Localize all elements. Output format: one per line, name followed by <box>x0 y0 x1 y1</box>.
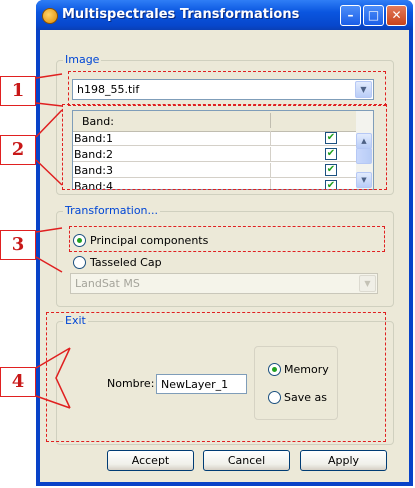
callout-1: 1 <box>0 76 36 106</box>
callout-3: 3 <box>0 230 36 260</box>
callout-arrow-4 <box>35 347 71 409</box>
callout-arrow-3 <box>35 227 63 273</box>
callout-4: 4 <box>0 367 36 397</box>
callout-arrow-2 <box>35 109 63 186</box>
callout-arrow-1 <box>35 73 63 107</box>
annotation-arrows <box>35 73 71 409</box>
callout-2: 2 <box>0 135 36 165</box>
